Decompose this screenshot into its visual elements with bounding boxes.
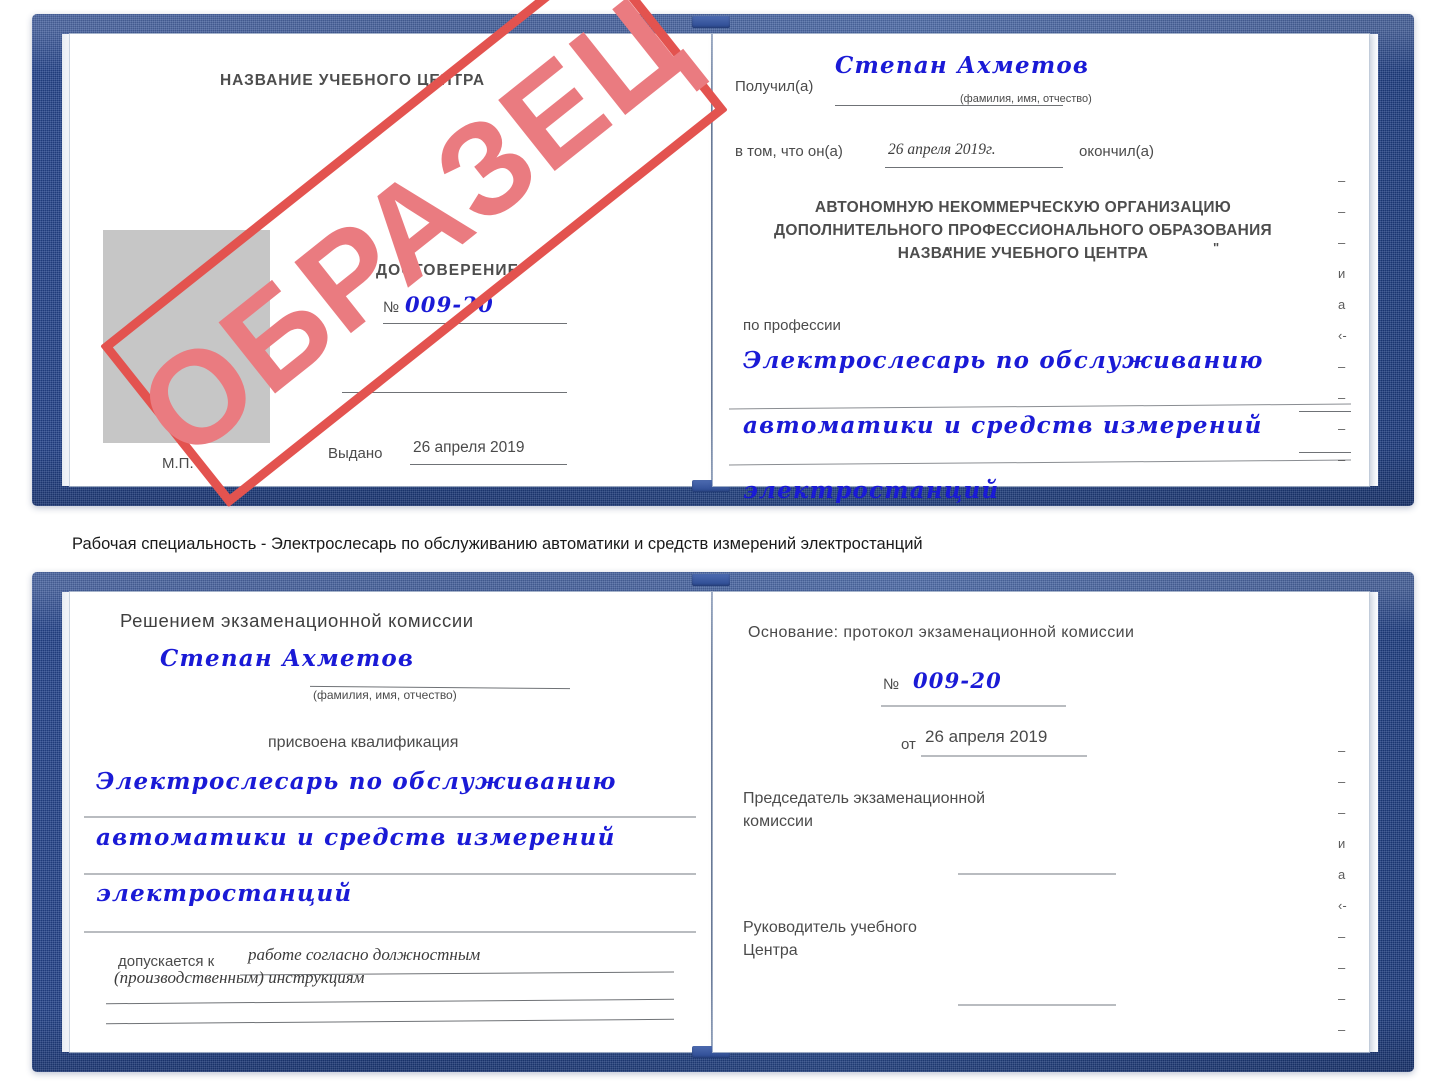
edge-mark: –: [1338, 173, 1346, 188]
issued-label: Выдано: [328, 445, 383, 462]
fio-hint-bottom: (фамилия, имя, отчество): [313, 688, 457, 702]
edge-mark: ‹-: [1338, 328, 1347, 343]
head-title-line-2: Центра: [743, 942, 798, 959]
edge-rule-2: [1299, 452, 1351, 453]
decision-name-value: Степан Ахметов: [160, 645, 415, 672]
received-label: Получил(а): [735, 78, 814, 95]
protocol-date-label: от: [901, 736, 916, 753]
edge-mark: –: [1338, 390, 1346, 405]
edge-mark: –: [1338, 743, 1346, 758]
in-that-date-value: 26 апреля 2019г.: [888, 141, 996, 158]
edge-mark: –: [1338, 929, 1346, 944]
photo-placeholder: [103, 230, 270, 443]
blank-rule-top: [342, 392, 567, 393]
admitted-rule-3: [106, 1018, 674, 1025]
admitted-line-1: работе согласно должностным: [248, 945, 481, 964]
page-caption: Рабочая специальность - Электрослесарь п…: [72, 535, 923, 553]
page-stack-right-bottom: [1369, 592, 1378, 1052]
edge-mark: а: [1338, 867, 1346, 882]
profession-line-1: Электрослесарь по обслуживанию: [743, 347, 1264, 374]
edge-mark: –: [1338, 452, 1346, 467]
issued-rule: [410, 464, 567, 465]
qualification-rule-3: [84, 931, 696, 933]
seal-label-mp: М.П.: [162, 455, 194, 472]
page-stack-right-top: [1369, 34, 1378, 486]
edge-mark: и: [1338, 836, 1346, 851]
chair-title-line-2: комиссии: [743, 813, 813, 830]
spine-tab-top-upper: [692, 16, 730, 28]
certificate-bottom-left-page: Решением экзаменационной комиссии Степан…: [70, 592, 711, 1052]
received-value-name: Степан Ахметов: [835, 52, 1090, 79]
decision-label: Решением экзаменационной комиссии: [120, 610, 474, 631]
issued-value: 26 апреля 2019: [413, 439, 525, 456]
number-rule-top: [383, 323, 567, 324]
chair-signature-rule: [958, 873, 1116, 875]
edge-mark: –: [1338, 960, 1346, 975]
profession-line-2: автоматики и средств измерений: [743, 412, 1263, 439]
edge-mark: и: [1338, 266, 1346, 281]
profession-rule-1: [729, 403, 1351, 410]
protocol-number-rule: [881, 705, 1066, 707]
basis-label: Основание: протокол экзаменационной коми…: [748, 624, 1135, 641]
edge-mark: –: [1338, 774, 1346, 789]
in-that-label: в том, что он(а): [735, 143, 843, 160]
number-label-top: №: [383, 299, 400, 316]
edge-mark: –: [1338, 805, 1346, 820]
training-center-name-top: НАЗВАНИЕ УЧЕБНОГО ЦЕНТРА: [220, 72, 485, 89]
protocol-date-rule: [921, 755, 1087, 757]
certificate-top-left-page: НАЗВАНИЕ УЧЕБНОГО ЦЕНТРА УДОСТОВЕРЕНИЕ №…: [70, 34, 711, 486]
qualification-line-3: электростанций: [96, 880, 353, 907]
edge-mark: –: [1338, 359, 1346, 374]
certificate-top-right-page: Получил(а) Степан Ахметов (фамилия, имя,…: [713, 34, 1369, 504]
number-value-top: 009-20: [405, 292, 494, 317]
certificate-bottom-right-page: Основание: протокол экзаменационной коми…: [713, 592, 1369, 1052]
edge-mark: –: [1338, 421, 1346, 436]
head-title-line-1: Руководитель учебного: [743, 919, 917, 936]
qualification-line-1: Электрослесарь по обслуживанию: [96, 768, 617, 795]
edge-mark: –: [1338, 204, 1346, 219]
qualification-rule-2: [84, 873, 696, 875]
edge-marks-top: – – – и а ‹- – – – –: [1338, 174, 1347, 484]
edge-mark: –: [1338, 1022, 1346, 1037]
protocol-number-value: 009-20: [913, 668, 1002, 693]
protocol-number-label: №: [883, 676, 900, 693]
admitted-line-2: (производственным) инструкциям: [114, 968, 365, 987]
spine-tab-bottom-upper: [692, 574, 730, 586]
received-rule: [835, 105, 1063, 106]
edge-rule-1: [1299, 411, 1351, 412]
qualification-line-2: автоматики и средств измерений: [96, 824, 616, 851]
finished-label: окончил(а): [1079, 143, 1154, 160]
edge-mark: а: [1338, 297, 1346, 312]
profession-label: по профессии: [743, 317, 841, 334]
edge-marks-bottom: – – – и а ‹- – – – –: [1338, 744, 1347, 1054]
fio-hint-top: (фамилия, имя, отчество): [960, 93, 1092, 105]
edge-mark: ‹-: [1338, 898, 1347, 913]
org-quote-close: ": [1213, 240, 1220, 255]
qualification-rule-1: [84, 816, 696, 818]
head-signature-rule: [958, 1004, 1116, 1006]
org-line-1: АВТОНОМНУЮ НЕКОММЕРЧЕСКУЮ ОРГАНИЗАЦИЮ: [814, 199, 1232, 216]
in-that-rule: [885, 167, 1063, 168]
chair-title-line-1: Председатель экзаменационной: [743, 790, 986, 807]
edge-mark: –: [1338, 235, 1346, 250]
admitted-rule-2: [106, 998, 674, 1005]
edge-mark: –: [1338, 991, 1346, 1006]
profession-line-3: электростанций: [743, 477, 1000, 504]
profession-rule-2: [729, 459, 1351, 466]
document-title-udostoverenie: УДОСТОВЕРЕНИЕ: [366, 262, 520, 279]
qualification-label: присвоена квалификация: [268, 734, 459, 751]
protocol-date-value: 26 апреля 2019: [925, 727, 1048, 746]
